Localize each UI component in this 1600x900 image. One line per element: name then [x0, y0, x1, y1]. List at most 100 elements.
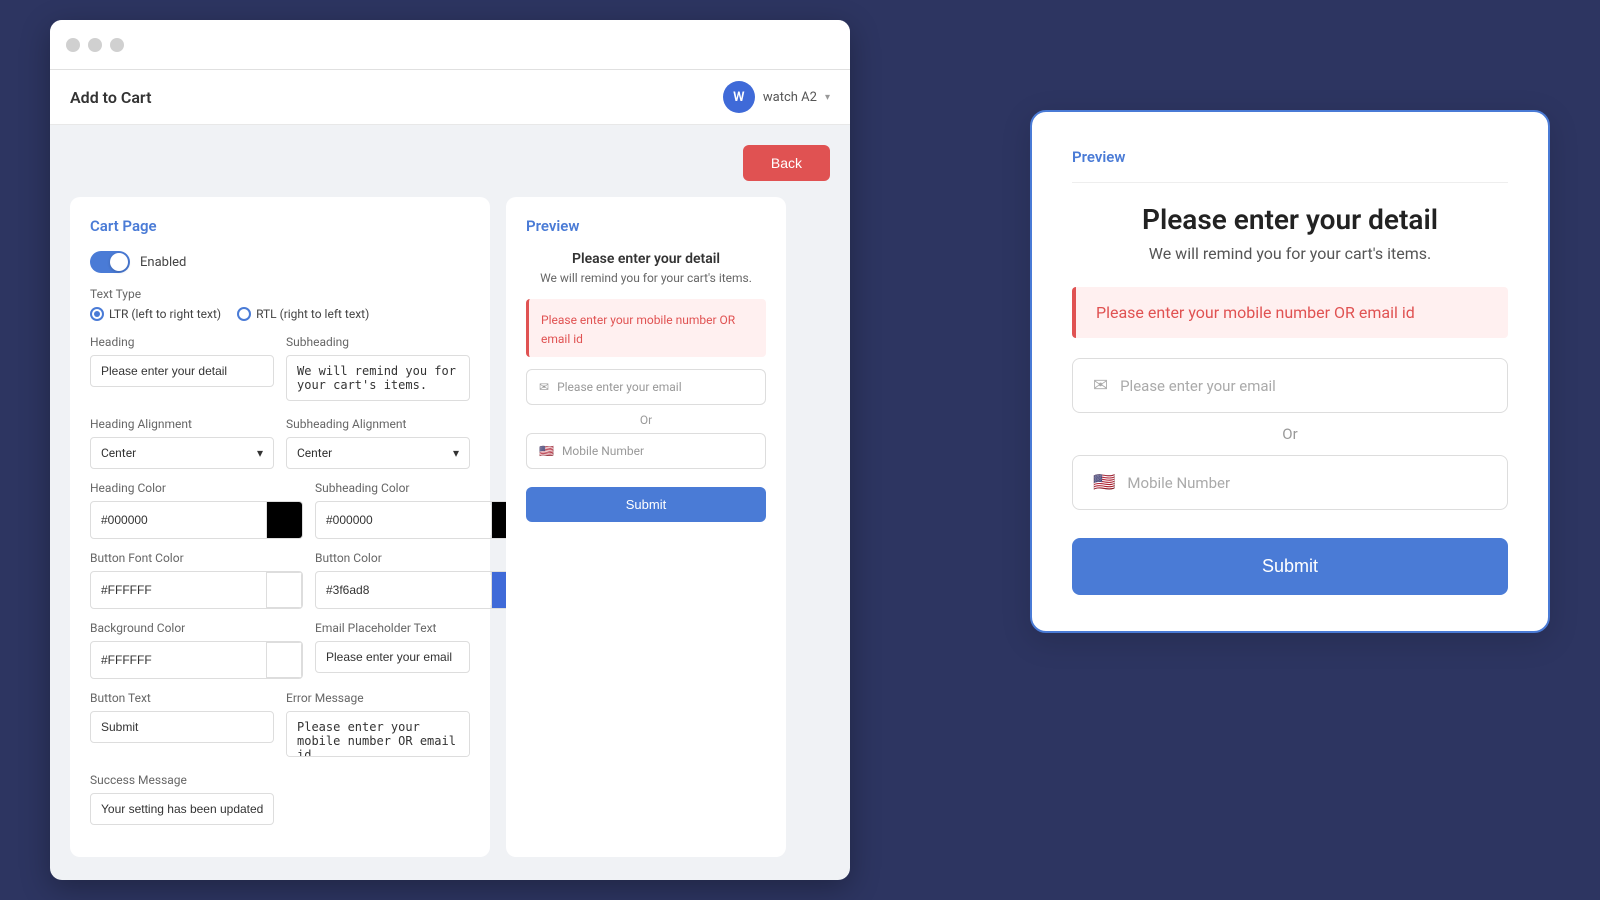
background-color-col: Background Color — [90, 621, 303, 679]
browser-dot-1 — [66, 38, 80, 52]
small-mobile-placeholder: Mobile Number — [562, 444, 644, 458]
radio-row: LTR (left to right text) RTL (right to l… — [90, 307, 470, 321]
subheading-color-input[interactable] — [316, 505, 491, 535]
browser-titlebar — [50, 20, 850, 70]
error-message-label: Error Message — [286, 691, 470, 705]
email-icon: ✉ — [539, 380, 549, 394]
heading-alignment-value: Center — [101, 446, 136, 460]
button-font-color-label: Button Font Color — [90, 551, 303, 565]
rtl-label: RTL (right to left text) — [256, 307, 369, 321]
heading-alignment-dropdown[interactable]: Center ▾ — [90, 437, 274, 469]
button-color-label: Button Color — [315, 551, 528, 565]
large-preview-heading: Please enter your detail — [1072, 203, 1508, 236]
cart-panel: Cart Page Enabled Text Type LTR (left to… — [70, 197, 490, 857]
rtl-option[interactable]: RTL (right to left text) — [237, 307, 369, 321]
app-body: Back Cart Page Enabled Text Type LTR — [50, 125, 850, 880]
background-color-input[interactable] — [91, 645, 266, 675]
small-error-banner: Please enter your mobile number OR email… — [526, 299, 766, 357]
small-preview-heading: Please enter your detail — [526, 251, 766, 267]
enabled-toggle[interactable] — [90, 251, 130, 273]
bg-email-row: Background Color Email Placeholder Text — [90, 621, 470, 679]
app-title: Add to Cart — [70, 88, 151, 107]
large-email-placeholder: Please enter your email — [1120, 377, 1276, 395]
alignment-row: Heading Alignment Center ▾ Subheading Al… — [90, 417, 470, 469]
email-placeholder-col: Email Placeholder Text — [315, 621, 470, 679]
button-text-error-row: Button Text Error Message Please enter y… — [90, 691, 470, 761]
rtl-radio[interactable] — [237, 307, 251, 321]
small-mobile-field[interactable]: 🇺🇸 Mobile Number — [526, 433, 766, 469]
subheading-alignment-col: Subheading Alignment Center ▾ — [286, 417, 470, 469]
button-color-input[interactable] — [316, 575, 491, 605]
heading-color-col: Heading Color — [90, 481, 303, 539]
text-type-label: Text Type — [90, 287, 470, 301]
placeholder-col — [286, 773, 470, 825]
error-message-col: Error Message Please enter your mobile n… — [286, 691, 470, 761]
email-placeholder-input[interactable] — [315, 641, 470, 673]
heading-alignment-col: Heading Alignment Center ▾ — [90, 417, 274, 469]
background-color-swatch[interactable] — [266, 642, 302, 678]
subheading-col: Subheading We will remind you for your c… — [286, 335, 470, 405]
heading-col: Heading — [90, 335, 274, 405]
heading-color-swatch[interactable] — [266, 502, 302, 538]
ltr-radio[interactable] — [90, 307, 104, 321]
user-badge[interactable]: W watch A2 ▾ — [723, 81, 830, 113]
subheading-label: Subheading — [286, 335, 470, 349]
success-message-label: Success Message — [90, 773, 274, 787]
button-color-field — [315, 571, 528, 609]
button-color-row: Button Font Color Button Color — [90, 551, 470, 609]
back-button[interactable]: Back — [743, 145, 830, 181]
background-color-label: Background Color — [90, 621, 303, 635]
enabled-label: Enabled — [140, 255, 186, 270]
ltr-option[interactable]: LTR (left to right text) — [90, 307, 221, 321]
small-preview-title: Preview — [526, 217, 766, 235]
subheading-color-label: Subheading Color — [315, 481, 528, 495]
button-font-color-swatch[interactable] — [266, 572, 302, 608]
small-submit-button[interactable]: Submit — [526, 487, 766, 522]
heading-color-field — [90, 501, 303, 539]
button-text-input[interactable] — [90, 711, 274, 743]
success-message-col: Success Message — [90, 773, 274, 825]
background-color-field — [90, 641, 303, 679]
email-placeholder-label: Email Placeholder Text — [315, 621, 470, 635]
small-email-field[interactable]: ✉ Please enter your email — [526, 369, 766, 405]
enabled-row: Enabled — [90, 251, 470, 273]
browser-dots — [66, 38, 124, 52]
error-message-input[interactable]: Please enter your mobile number OR email… — [286, 711, 470, 757]
subheading-alignment-chevron: ▾ — [453, 446, 459, 460]
success-message-input[interactable] — [90, 793, 274, 825]
button-font-color-field — [90, 571, 303, 609]
large-preview-title: Preview — [1072, 148, 1508, 183]
panels-row: Cart Page Enabled Text Type LTR (left to… — [70, 197, 830, 857]
button-text-col: Button Text — [90, 691, 274, 761]
browser-dot-2 — [88, 38, 102, 52]
heading-color-input[interactable] — [91, 505, 266, 535]
app-header: Add to Cart W watch A2 ▾ — [50, 70, 850, 125]
large-email-icon: ✉ — [1093, 375, 1108, 396]
large-flag-icon: 🇺🇸 — [1093, 472, 1115, 493]
ltr-label: LTR (left to right text) — [109, 307, 221, 321]
text-type-row: Text Type LTR (left to right text) RTL (… — [90, 287, 470, 321]
large-email-field[interactable]: ✉ Please enter your email — [1072, 358, 1508, 413]
color-row: Heading Color Subheading Color — [90, 481, 470, 539]
large-submit-button[interactable]: Submit — [1072, 538, 1508, 595]
button-color-col: Button Color — [315, 551, 528, 609]
cart-panel-title: Cart Page — [90, 217, 470, 235]
large-error-text: Please enter your mobile number OR email… — [1096, 303, 1415, 322]
heading-label: Heading — [90, 335, 274, 349]
back-btn-row: Back — [70, 145, 830, 181]
subheading-alignment-dropdown[interactable]: Center ▾ — [286, 437, 470, 469]
heading-input[interactable] — [90, 355, 274, 387]
large-preview-panel: Preview Please enter your detail We will… — [1030, 110, 1550, 633]
button-text-label: Button Text — [90, 691, 274, 705]
large-mobile-field[interactable]: 🇺🇸 Mobile Number — [1072, 455, 1508, 510]
heading-subheading-row: Heading Subheading We will remind you fo… — [90, 335, 470, 405]
subheading-input[interactable]: We will remind you for your cart's items… — [286, 355, 470, 401]
large-error-banner: Please enter your mobile number OR email… — [1072, 287, 1508, 338]
large-mobile-placeholder: Mobile Number — [1127, 474, 1230, 492]
browser-window: Add to Cart W watch A2 ▾ Back Cart Page … — [50, 20, 850, 880]
user-name: watch A2 — [763, 90, 817, 105]
subheading-color-field — [315, 501, 528, 539]
small-error-text: Please enter your mobile number OR email… — [541, 313, 735, 346]
large-or-divider: Or — [1072, 425, 1508, 443]
button-font-color-input[interactable] — [91, 575, 266, 605]
